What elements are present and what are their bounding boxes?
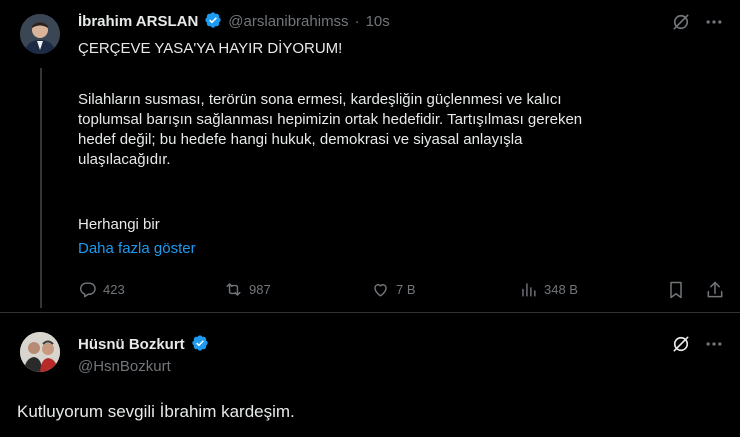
tweet-headline: ÇERÇEVE YASA'YA HAYIR DİYORUM! (78, 40, 343, 57)
like-count: 7 B (396, 282, 416, 297)
tweet-header: İbrahim ARSLAN @arslanibrahimss · 10s (78, 11, 390, 31)
tweet-divider (0, 312, 740, 313)
verified-badge-icon (204, 11, 222, 31)
more-options-icon[interactable] (704, 12, 724, 32)
reply-author-handle[interactable]: @HsnBozkurt (78, 358, 171, 375)
tweet-trailing-text: Herhangi bir (78, 216, 160, 233)
header-separator: · (354, 12, 360, 30)
reply-button[interactable]: 423 (78, 280, 125, 299)
reply-text: Kutluyorum sevgili İbrahim kardeşim. (17, 402, 295, 421)
reply-header: Hüsnü Bozkurt (78, 334, 209, 354)
repost-button[interactable]: 987 (224, 280, 271, 299)
like-button[interactable]: 7 B (371, 280, 416, 299)
tweet-body-line: ulaşılacağıdır. (78, 151, 171, 168)
author-handle[interactable]: @arslanibrahimss (228, 13, 348, 30)
show-more-link[interactable]: Daha fazla göster (78, 240, 196, 257)
share-icon[interactable] (705, 280, 725, 300)
repost-count: 987 (249, 282, 271, 297)
repost-icon (226, 283, 241, 296)
heart-icon (374, 284, 387, 297)
author-avatar[interactable] (20, 14, 60, 54)
views-count: 348 B (544, 282, 578, 297)
tweet-body-line: Silahların susması, terörün sona ermesi,… (78, 91, 562, 108)
bookmark-icon[interactable] (666, 280, 686, 300)
verified-badge-icon (191, 334, 209, 354)
reply-count: 423 (103, 282, 125, 297)
views-chart-icon (522, 283, 536, 297)
thread-connector-line (40, 68, 42, 308)
reply-icon (79, 282, 96, 298)
views-button[interactable]: 348 B (519, 280, 578, 299)
grok-icon[interactable] (671, 12, 691, 32)
reply-author-avatar[interactable] (20, 332, 60, 372)
tweet-body: Silahların susması, terörün sona ermesi,… (78, 90, 718, 170)
tweet-body-line: hedef değil; bu hedefe hangi hukuk, demo… (78, 131, 523, 148)
tweet-timestamp[interactable]: 10s (366, 13, 390, 30)
reply-author-name[interactable]: Hüsnü Bozkurt (78, 336, 185, 353)
tweet-body-line: toplumsal barışın sağlanması hepimizin o… (78, 111, 583, 128)
more-options-icon[interactable] (704, 334, 724, 354)
author-name[interactable]: İbrahim ARSLAN (78, 13, 198, 30)
grok-icon[interactable] (671, 334, 691, 354)
